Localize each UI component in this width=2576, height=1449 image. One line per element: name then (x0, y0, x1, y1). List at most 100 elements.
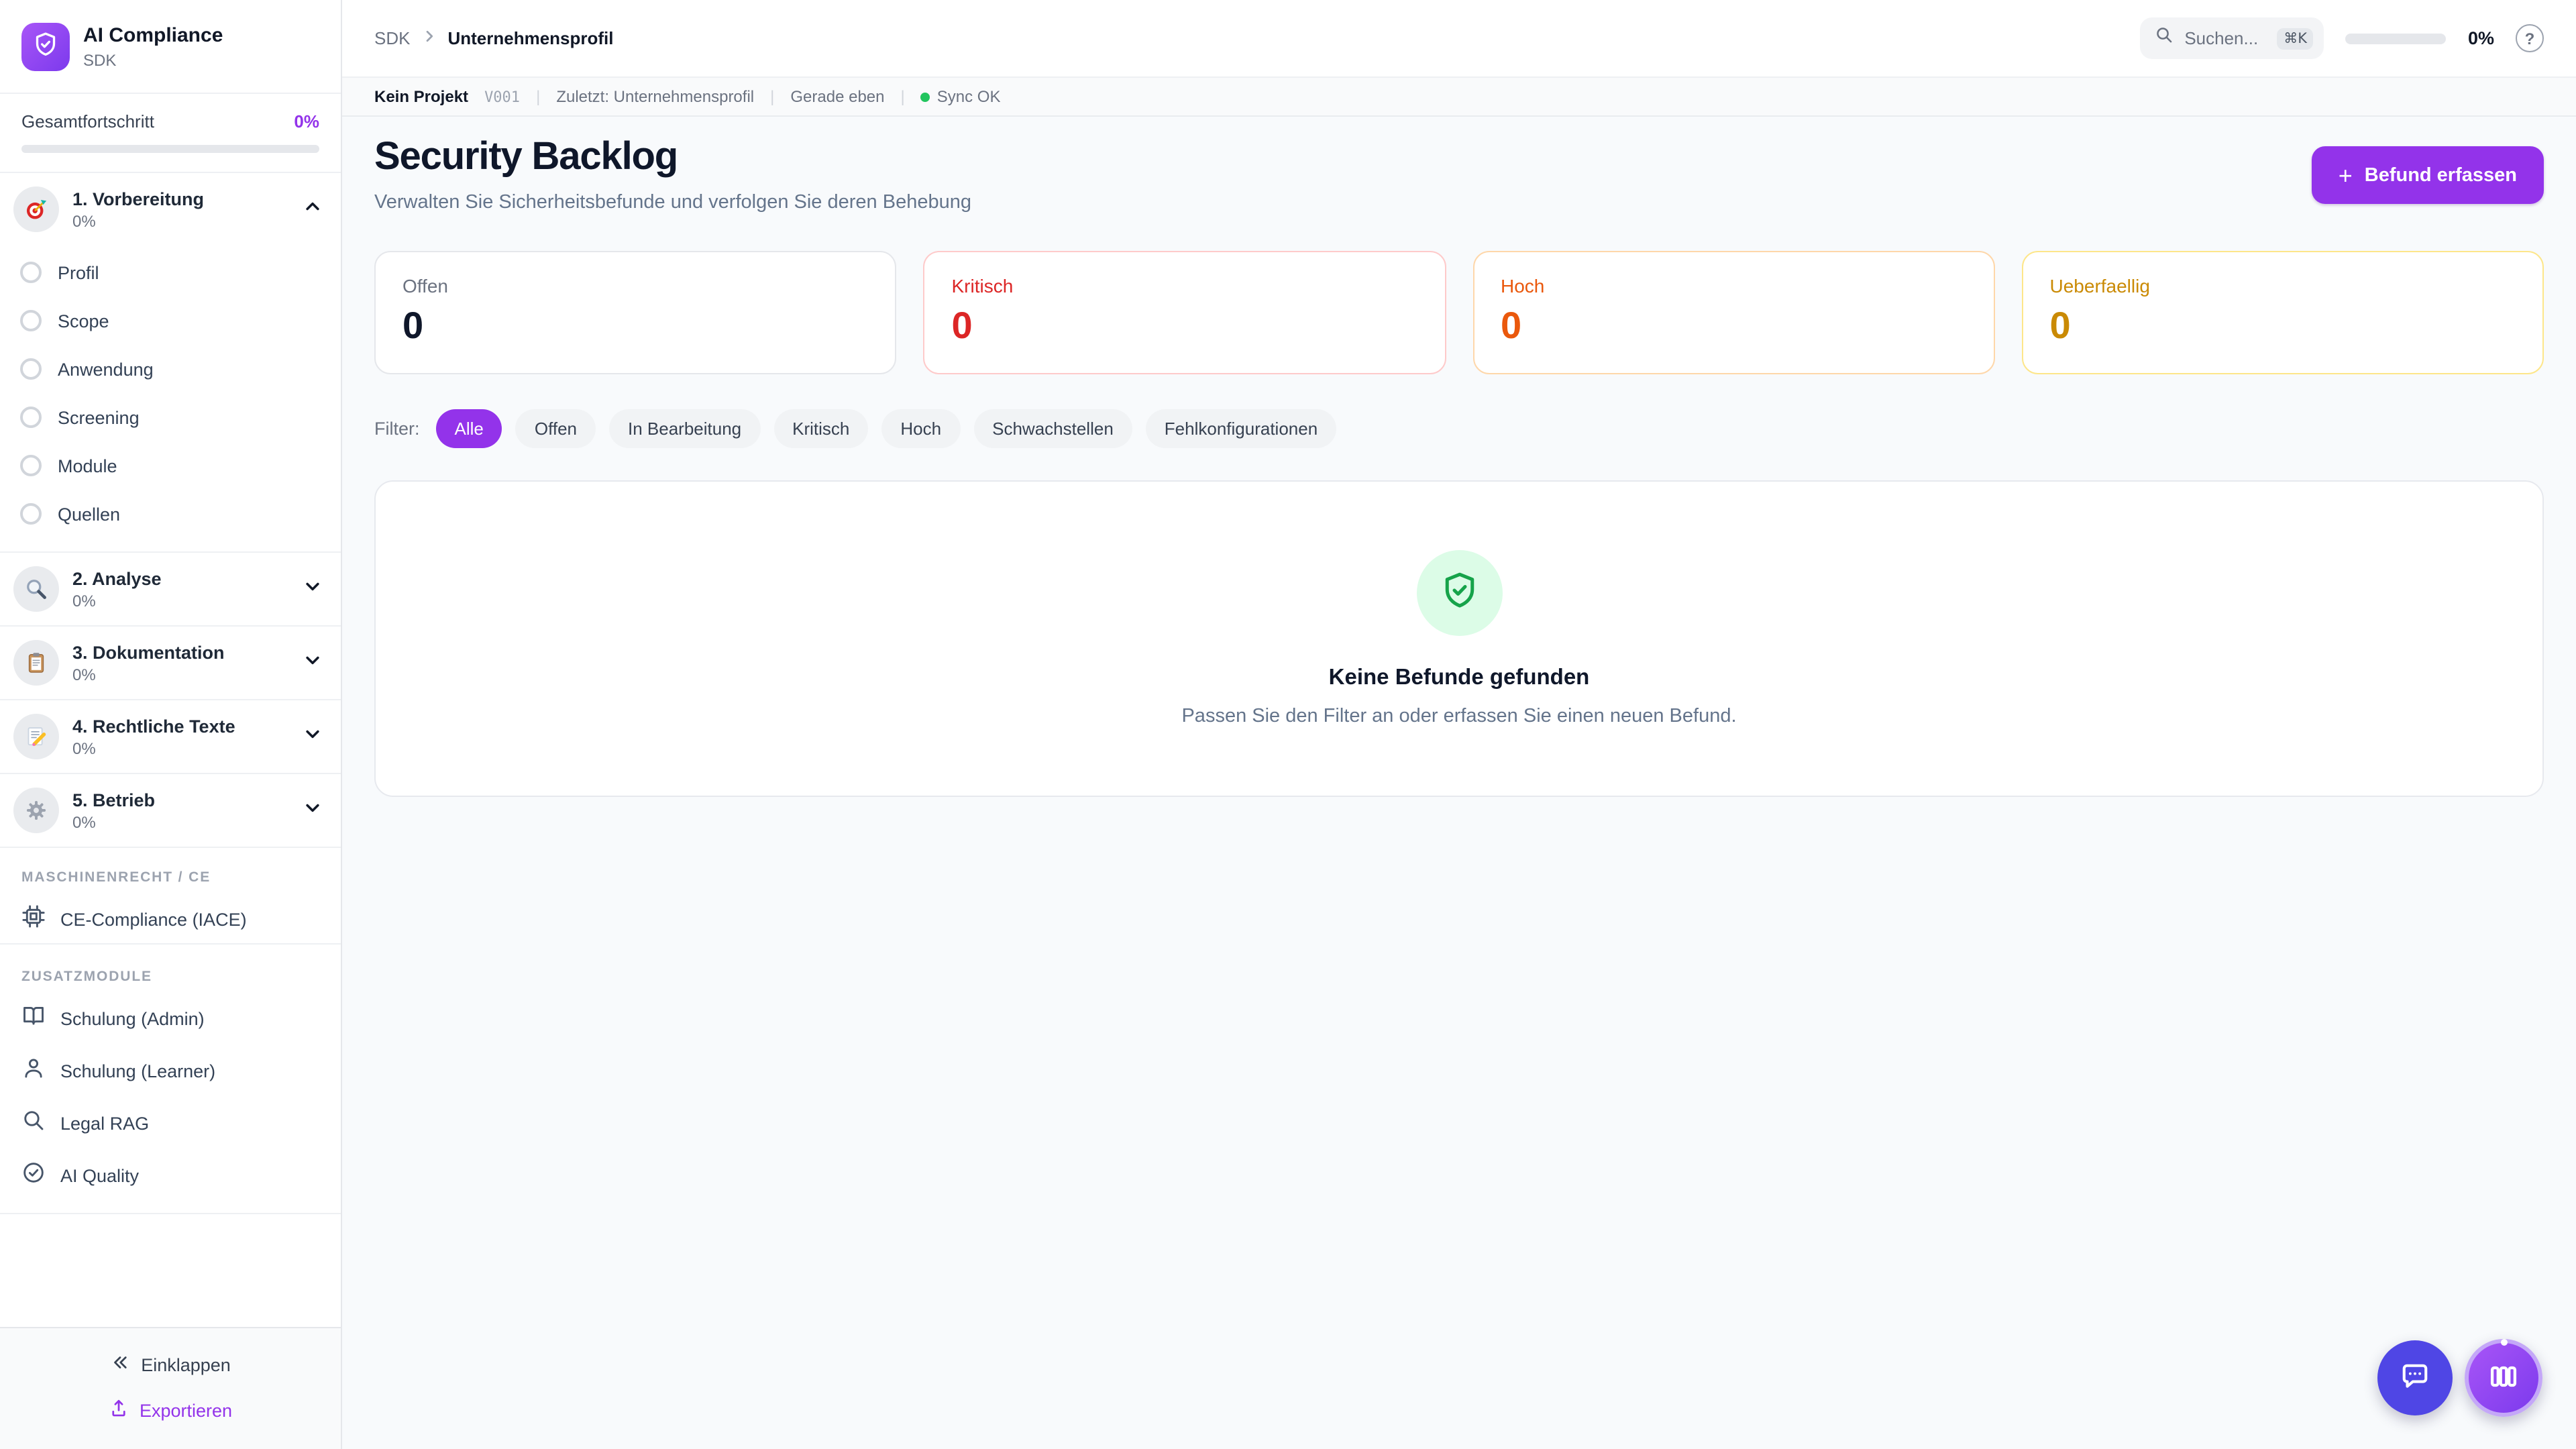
filter-chip-offen[interactable]: Offen (516, 409, 596, 448)
status-ring-icon (20, 455, 42, 476)
chevron-up-icon (303, 197, 322, 222)
filter-chip-hoch[interactable]: Hoch (881, 409, 960, 448)
sidebar-section-analyse[interactable]: 2. Analyse 0% (0, 551, 341, 625)
page-title: Security Backlog (374, 136, 971, 180)
stat-card-hoch: Hoch 0 (1472, 251, 1995, 374)
memo-pencil-icon (13, 714, 59, 759)
status-bar: Kein Projekt V001 | Zuletzt: Unternehmen… (342, 78, 2576, 117)
upload-icon (109, 1398, 129, 1422)
shield-check-icon (32, 30, 59, 64)
stat-cards: Offen 0 Kritisch 0 Hoch 0 Ueberfaellig 0 (374, 251, 2544, 374)
section-percent: 0% (72, 812, 290, 831)
sidebar-item-schulung-admin[interactable]: Schulung (Admin) (0, 993, 341, 1045)
search-input[interactable]: Suchen... ⌘K (2140, 17, 2324, 59)
stat-card-offen: Offen 0 (374, 251, 897, 374)
group-item-label: Legal RAG (60, 1114, 149, 1134)
topbar: SDK Unternehmensprofil Suchen... ⌘K (342, 0, 2576, 78)
sync-ok-dot (921, 93, 930, 102)
add-finding-button[interactable]: + Befund erfassen (2312, 146, 2544, 204)
sidebar-item-quellen[interactable]: Quellen (0, 490, 341, 538)
sidebar-item-profil[interactable]: Profil (0, 248, 341, 297)
stat-value: 0 (2050, 305, 2516, 347)
divider: | (536, 87, 540, 106)
chat-bubble-icon (2398, 1358, 2432, 1397)
stat-card-kritisch: Kritisch 0 (924, 251, 1446, 374)
last-saved-time: Gerade eben (790, 87, 884, 106)
sidebar-footer: Einklappen Exportieren (0, 1327, 341, 1449)
filter-chip-fehlkonfigurationen[interactable]: Fehlkonfigurationen (1146, 409, 1336, 448)
sidebar-item-legal-rag[interactable]: Legal RAG (0, 1097, 341, 1150)
user-icon (21, 1056, 46, 1087)
group-header-maschinenrecht: MASCHINENRECHT / CE (0, 847, 341, 894)
status-ring-icon (20, 407, 42, 428)
header-progress-value: 0% (2468, 28, 2494, 48)
sidebar-item-ai-quality[interactable]: AI Quality (0, 1150, 341, 1202)
filter-chip-kritisch[interactable]: Kritisch (773, 409, 868, 448)
export-label: Exportieren (140, 1400, 232, 1420)
search-icon (2155, 25, 2174, 51)
floating-buttons (2377, 1339, 2542, 1417)
stat-label: Ueberfaellig (2050, 275, 2516, 297)
section-title: 2. Analyse (72, 568, 290, 588)
plus-icon: + (2339, 163, 2353, 187)
add-finding-label: Befund erfassen (2365, 164, 2517, 186)
export-button[interactable]: Exportieren (21, 1390, 319, 1430)
app-title: AI Compliance (83, 25, 223, 48)
chevron-down-icon (303, 798, 322, 823)
magnifier-icon (13, 566, 59, 612)
sidebar-item-module[interactable]: Module (0, 441, 341, 490)
stat-value: 0 (1501, 305, 1967, 347)
check-circle-icon (21, 1161, 46, 1191)
section-percent: 0% (72, 739, 290, 757)
section-percent: 0% (72, 591, 290, 610)
notification-dot (2500, 1339, 2507, 1346)
sidebar-item-anwendung[interactable]: Anwendung (0, 345, 341, 393)
breadcrumb-root[interactable]: SDK (374, 28, 410, 48)
sidebar-item-ce-compliance[interactable]: CE-Compliance (IACE) (0, 894, 341, 945)
overall-progress-label: Gesamtfortschritt (21, 111, 154, 131)
chevron-down-icon (303, 650, 322, 676)
chevron-right-icon (421, 28, 437, 48)
overall-progress-bar (21, 145, 319, 153)
section-title: 4. Rechtliche Texte (72, 716, 290, 736)
sidebar-section-vorbereitung[interactable]: 1. Vorbereitung 0% (0, 173, 341, 246)
divider: | (901, 87, 905, 106)
sidebar-item-screening[interactable]: Screening (0, 393, 341, 441)
collapse-sidebar-button[interactable]: Einklappen (21, 1344, 319, 1385)
book-open-icon (21, 1004, 46, 1034)
stat-label: Hoch (1501, 275, 1967, 297)
clipboard-icon (13, 640, 59, 686)
app-logo (21, 23, 70, 71)
sidebar-section-betrieb[interactable]: 5. Betrieb 0% (0, 773, 341, 847)
section-percent: 0% (72, 211, 290, 230)
section-title: 1. Vorbereitung (72, 189, 290, 209)
filter-chip-schwachstellen[interactable]: Schwachstellen (973, 409, 1132, 448)
header-progress-bar (2346, 33, 2447, 44)
findings-empty-card: Keine Befunde gefunden Passen Sie den Fi… (374, 480, 2544, 797)
section-title: 5. Betrieb (72, 790, 290, 810)
search-icon (21, 1108, 46, 1139)
cpu-icon (21, 904, 46, 935)
version-badge: V001 (484, 88, 520, 105)
target-icon (13, 186, 59, 232)
sidebar-item-scope[interactable]: Scope (0, 297, 341, 345)
page-content: Security Backlog Verwalten Sie Sicherhei… (342, 117, 2576, 1449)
help-button[interactable]: ? (2516, 24, 2544, 52)
collapse-label: Einklappen (141, 1354, 231, 1375)
status-ring-icon (20, 503, 42, 525)
empty-state-title: Keine Befunde gefunden (1329, 665, 1590, 691)
overall-progress: Gesamtfortschritt 0% (0, 94, 341, 173)
sidebar-section-rechtliche-texte[interactable]: 4. Rechtliche Texte 0% (0, 699, 341, 773)
sidebar-item-schulung-learner[interactable]: Schulung (Learner) (0, 1045, 341, 1097)
section-percent: 0% (72, 665, 290, 684)
sidebar-section-dokumentation[interactable]: 3. Dokumentation 0% (0, 625, 341, 699)
sidebar-nav: 1. Vorbereitung 0% Profil Scope (0, 173, 341, 1327)
group-item-label: AI Quality (60, 1166, 139, 1186)
group-item-label: Schulung (Learner) (60, 1061, 215, 1081)
filter-chip-in-bearbeitung[interactable]: In Bearbeitung (609, 409, 760, 448)
kanban-fab-button[interactable] (2465, 1339, 2542, 1417)
chevron-down-icon (303, 576, 322, 602)
chat-fab-button[interactable] (2377, 1340, 2453, 1415)
filter-chip-alle[interactable]: Alle (436, 409, 502, 448)
sync-status: Sync OK (921, 87, 1001, 106)
